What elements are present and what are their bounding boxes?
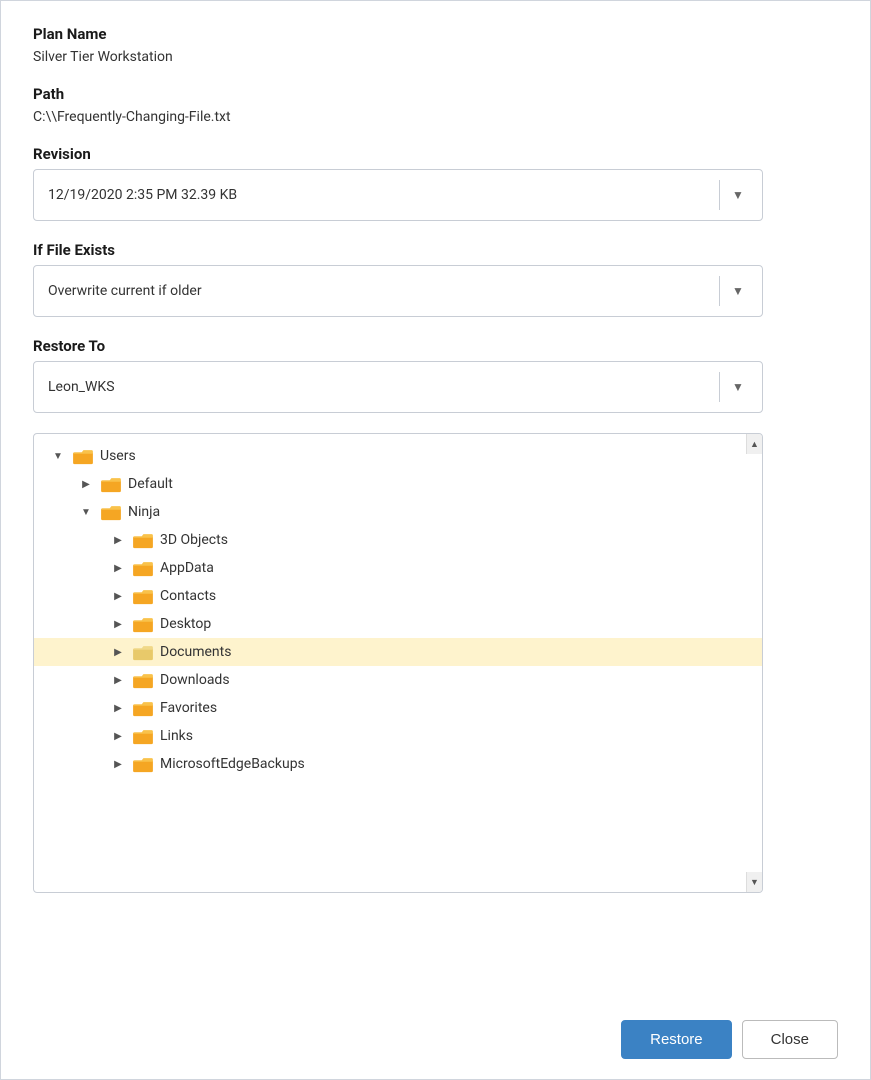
folder-icon-users [72,447,94,465]
tree-label-default: Default [128,476,173,492]
tree-chevron-appdata[interactable]: ▶ [110,559,126,577]
dialog-body: Plan Name Silver Tier Workstation Path C… [1,1,870,1000]
tree-label-links: Links [160,728,193,744]
restore-to-group: Restore To Leon_WKS ▼ [33,337,838,413]
tree-item-appdata[interactable]: ▶ AppData [34,554,762,582]
tree-label-3dobjects: 3D Objects [160,532,228,548]
dialog: Plan Name Silver Tier Workstation Path C… [0,0,871,1080]
tree-chevron-links[interactable]: ▶ [110,727,126,745]
tree-chevron-desktop[interactable]: ▶ [110,615,126,633]
revision-value: 12/19/2020 2:35 PM 32.39 KB [48,187,711,203]
folder-icon-desktop [132,615,154,633]
if-file-exists-group: If File Exists Overwrite current if olde… [33,241,838,317]
restore-to-separator [719,372,720,402]
tree-chevron-users[interactable]: ▼ [50,447,66,465]
folder-icon-favorites [132,699,154,717]
if-file-exists-label: If File Exists [33,241,838,259]
tree-label-ninja: Ninja [128,504,160,520]
if-file-exists-select[interactable]: Overwrite current if older ▼ [33,265,763,317]
plan-name-label: Plan Name [33,25,838,43]
tree-chevron-contacts[interactable]: ▶ [110,587,126,605]
restore-to-select[interactable]: Leon_WKS ▼ [33,361,763,413]
path-label: Path [33,85,838,103]
tree-group: ▲ ▼ Users▶ Default▼ Ninja▶ 3D Objects▶ A… [33,433,838,893]
tree-label-contacts: Contacts [160,588,216,604]
revision-group: Revision 12/19/2020 2:35 PM 32.39 KB ▼ [33,145,838,221]
if-file-exists-value: Overwrite current if older [48,283,711,299]
tree-chevron-microsoftedgebackups[interactable]: ▶ [110,755,126,773]
tree-label-favorites: Favorites [160,700,217,716]
tree-chevron-default[interactable]: ▶ [78,475,94,493]
folder-icon-documents [132,643,154,661]
tree-item-users[interactable]: ▼ Users [34,442,762,470]
tree-chevron-3dobjects[interactable]: ▶ [110,531,126,549]
tree-item-contacts[interactable]: ▶ Contacts [34,582,762,610]
dialog-footer: Restore Close [1,1000,870,1079]
tree-label-appdata: AppData [160,560,214,576]
scrollbar-up-arrow[interactable]: ▲ [746,434,762,454]
tree-label-downloads: Downloads [160,672,230,688]
path-group: Path C:\\Frequently-Changing-File.txt [33,85,838,125]
tree-item-microsoftedgebackups[interactable]: ▶ MicrosoftEdgeBackups [34,750,762,778]
folder-icon-appdata [132,559,154,577]
plan-name-value: Silver Tier Workstation [33,49,838,65]
tree-chevron-downloads[interactable]: ▶ [110,671,126,689]
path-value: C:\\Frequently-Changing-File.txt [33,109,838,125]
folder-icon-contacts [132,587,154,605]
tree-label-users: Users [100,448,136,464]
tree-item-links[interactable]: ▶ Links [34,722,762,750]
tree-item-ninja[interactable]: ▼ Ninja [34,498,762,526]
if-file-exists-chevron-icon: ▼ [728,281,748,301]
tree-item-favorites[interactable]: ▶ Favorites [34,694,762,722]
tree-chevron-favorites[interactable]: ▶ [110,699,126,717]
tree-item-desktop[interactable]: ▶ Desktop [34,610,762,638]
tree-item-downloads[interactable]: ▶ Downloads [34,666,762,694]
folder-icon-default [100,475,122,493]
close-button[interactable]: Close [742,1020,838,1059]
revision-chevron-icon: ▼ [728,185,748,205]
scrollbar-down-arrow[interactable]: ▼ [746,872,762,892]
folder-icon-3dobjects [132,531,154,549]
tree-item-documents[interactable]: ▶ Documents [34,638,762,666]
tree-chevron-ninja[interactable]: ▼ [78,503,94,521]
tree-item-default[interactable]: ▶ Default [34,470,762,498]
folder-icon-links [132,727,154,745]
tree-item-3dobjects[interactable]: ▶ 3D Objects [34,526,762,554]
tree-chevron-documents[interactable]: ▶ [110,643,126,661]
restore-to-label: Restore To [33,337,838,355]
tree-container[interactable]: ▲ ▼ Users▶ Default▼ Ninja▶ 3D Objects▶ A… [33,433,763,893]
tree-label-microsoftedgebackups: MicrosoftEdgeBackups [160,756,305,772]
revision-select[interactable]: 12/19/2020 2:35 PM 32.39 KB ▼ [33,169,763,221]
if-file-exists-separator [719,276,720,306]
plan-name-group: Plan Name Silver Tier Workstation [33,25,838,65]
tree-label-desktop: Desktop [160,616,211,632]
restore-to-value: Leon_WKS [48,379,711,395]
restore-button[interactable]: Restore [621,1020,732,1059]
folder-icon-microsoftedgebackups [132,755,154,773]
restore-to-chevron-icon: ▼ [728,377,748,397]
folder-icon-downloads [132,671,154,689]
folder-icon-ninja [100,503,122,521]
tree-scroll[interactable]: ▼ Users▶ Default▼ Ninja▶ 3D Objects▶ App… [34,434,762,892]
tree-label-documents: Documents [160,644,231,660]
revision-label: Revision [33,145,838,163]
revision-separator [719,180,720,210]
